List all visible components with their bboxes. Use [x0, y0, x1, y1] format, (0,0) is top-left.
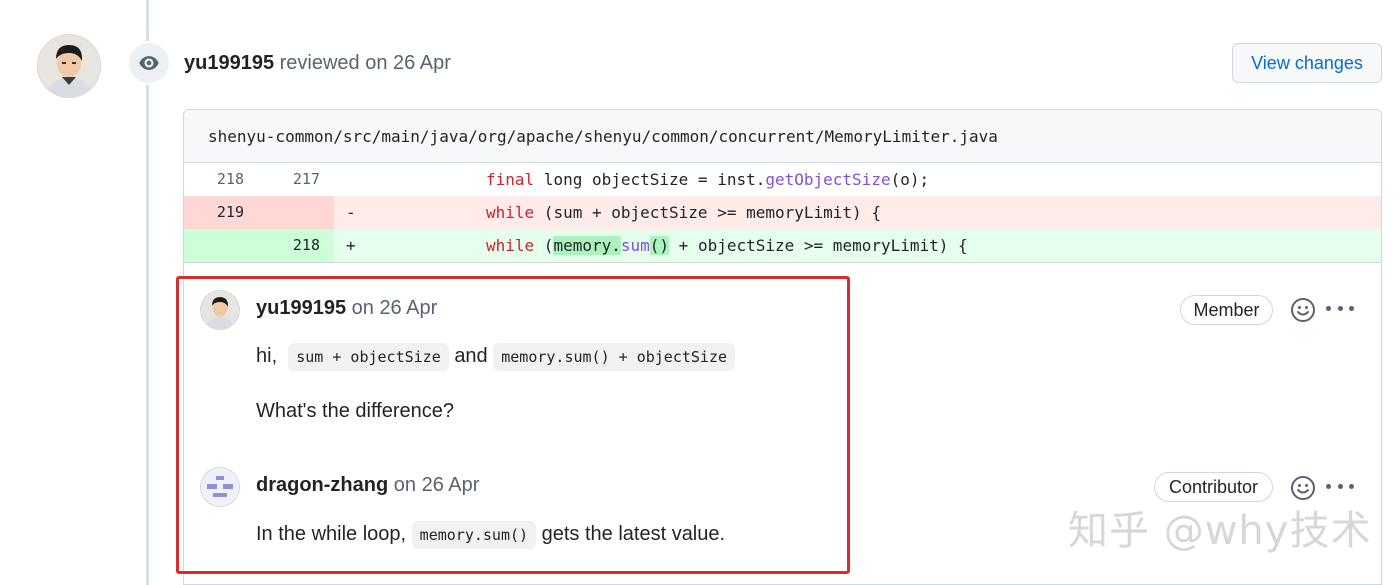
function-name: getObjectSize	[765, 170, 891, 189]
function-name: sum	[620, 236, 650, 255]
comment-text: and	[454, 345, 488, 367]
reviewer-name-link[interactable]: yu199195	[184, 52, 274, 74]
smiley-icon[interactable]	[1290, 297, 1316, 323]
keyword: while	[486, 236, 535, 255]
code-segment: (o);	[890, 170, 930, 189]
comment-author-link[interactable]: yu199195	[256, 297, 346, 319]
diff-line-context: 218 217 final long objectSize = inst.get…	[184, 163, 1381, 196]
code-segment: (	[534, 236, 554, 255]
old-line-number[interactable]	[184, 229, 258, 262]
view-changes-button[interactable]: View changes	[1232, 43, 1382, 83]
code-text: while (memory.sum() + objectSize >= memo…	[486, 229, 968, 262]
review-header: yu199195 reviewed on 26 Apr	[184, 52, 451, 75]
comment-body: In the while loop, memory.sum() gets the…	[256, 521, 726, 549]
comment-body: hi, sum + objectSize and memory.sum() + …	[256, 343, 736, 371]
comment-question: What's the difference?	[256, 400, 455, 422]
old-line-number[interactable]: 218	[184, 163, 258, 196]
comment-date-link[interactable]: on 26 Apr	[346, 297, 438, 319]
code-text: final long objectSize = inst.getObjectSi…	[486, 163, 929, 196]
comment-text: In the while loop,	[256, 523, 407, 545]
diff-sign: +	[346, 236, 356, 255]
kebab-horizontal-icon[interactable]	[1326, 306, 1354, 314]
code-segment: (sum + objectSize >= memoryLimit) {	[534, 203, 881, 222]
comment-text: hi,	[256, 345, 278, 367]
changed-highlight: memory.	[553, 236, 621, 255]
code-segment: + objectSize >= memoryLimit) {	[669, 236, 968, 255]
diff-line-addition: 218 + while (memory.sum() + objectSize >…	[184, 229, 1381, 262]
comment-date-link[interactable]: on 26 Apr	[388, 474, 480, 496]
diff-line-deletion: 219 - while (sum + objectSize >= memoryL…	[184, 196, 1381, 229]
comment-header: yu199195 on 26 Apr	[256, 297, 437, 320]
new-line-number[interactable]	[258, 196, 334, 229]
watermark: 知乎 @why技术	[1068, 508, 1372, 554]
comment-avatar-identicon[interactable]	[201, 468, 239, 506]
reviewer-avatar[interactable]	[38, 35, 100, 97]
diff-divider	[184, 262, 1381, 263]
new-line-number[interactable]: 217	[258, 163, 334, 196]
comment-author-link[interactable]: dragon-zhang	[256, 474, 388, 496]
new-line-number[interactable]: 218	[258, 229, 334, 262]
old-line-number[interactable]: 219	[184, 196, 258, 229]
keyword: while	[486, 203, 535, 222]
comment-header: dragon-zhang on 26 Apr	[256, 474, 479, 497]
inline-code: memory.sum()	[411, 521, 537, 549]
code-text: while (sum + objectSize >= memoryLimit) …	[486, 196, 881, 229]
code-segment: long objectSize = inst.	[534, 170, 766, 189]
changed-highlight: ()	[649, 236, 670, 255]
file-path[interactable]: shenyu-common/src/main/java/org/apache/s…	[184, 110, 1381, 163]
inline-code: sum + objectSize	[288, 343, 449, 371]
kebab-horizontal-icon[interactable]	[1326, 484, 1354, 492]
keyword: final	[486, 170, 535, 189]
comment-text: gets the latest value.	[541, 523, 726, 545]
review-action-text: reviewed on 26 Apr	[274, 52, 451, 74]
timeline-line	[146, 0, 149, 585]
diff-sign: -	[346, 203, 356, 222]
inline-code: memory.sum() + objectSize	[493, 343, 736, 371]
member-badge: Member	[1180, 295, 1273, 325]
comment-avatar[interactable]	[201, 291, 239, 329]
eye-icon	[127, 41, 171, 85]
